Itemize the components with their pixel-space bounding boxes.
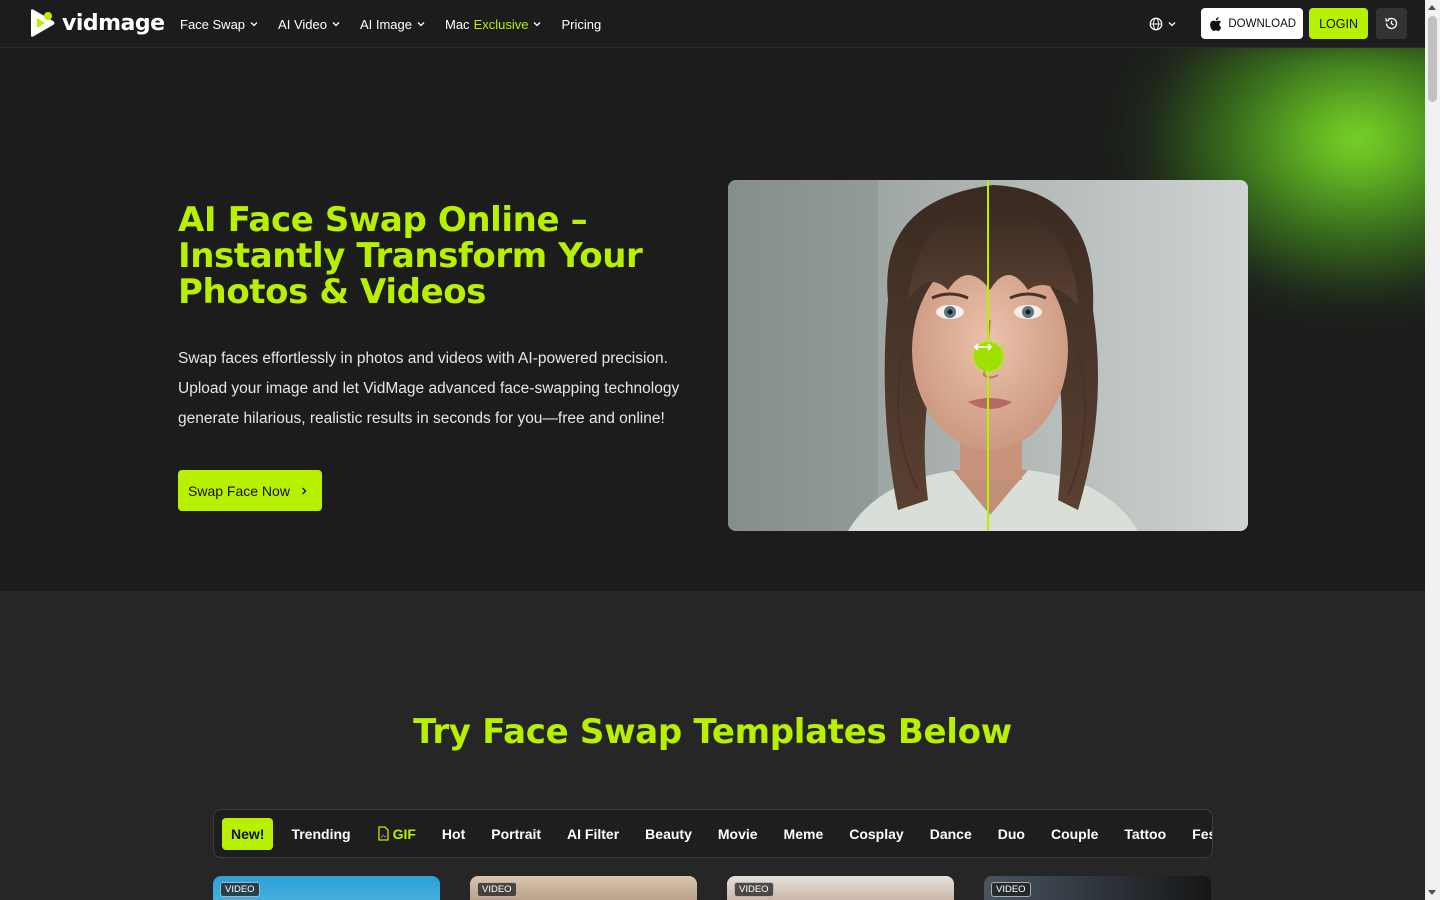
nav-ai-video[interactable]: AI Video	[278, 17, 341, 32]
tab-hot-label: Hot	[441, 825, 466, 842]
video-badge: VIDEO	[991, 882, 1031, 897]
nav-mac-exclusive[interactable]: Mac Exclusive	[445, 17, 542, 32]
left-right-arrows-icon	[974, 343, 992, 351]
tab-couple[interactable]: Couple	[1038, 818, 1111, 850]
tab-cosplay[interactable]: Cosplay	[836, 818, 916, 850]
top-navbar: vidmage Face Swap AI Video AI Image Mac …	[0, 0, 1425, 48]
chevron-down-icon	[332, 22, 340, 27]
tab-meme-label: Meme	[783, 825, 824, 842]
tab-meme[interactable]: Meme	[771, 818, 837, 850]
nav-pricing[interactable]: Pricing	[561, 17, 601, 32]
login-label: LOGIN	[1319, 16, 1358, 31]
tab-portrait[interactable]: Portrait	[478, 818, 554, 850]
tab-trending-label: Trending	[291, 825, 351, 842]
globe-icon	[1149, 17, 1163, 30]
tab-movie[interactable]: Movie	[705, 818, 771, 850]
history-button[interactable]	[1376, 8, 1407, 39]
template-card[interactable]: VIDEO	[727, 876, 954, 900]
header-tools: DOWNLOAD LOGIN	[1149, 8, 1407, 39]
tab-hot[interactable]: Hot	[429, 818, 478, 850]
chevron-down-icon	[250, 22, 258, 27]
main-nav: Face Swap AI Video AI Image Mac Exclusiv…	[180, 0, 601, 48]
tab-gif-label: GIF	[392, 825, 416, 842]
tab-gif[interactable]: GIF	[364, 818, 429, 850]
template-card[interactable]: VIDEO	[470, 876, 697, 900]
nav-ai-image[interactable]: AI Image	[360, 17, 426, 32]
nav-ai-image-label: AI Image	[359, 16, 412, 32]
download-button[interactable]: DOWNLOAD	[1201, 8, 1304, 39]
tab-beauty[interactable]: Beauty	[632, 818, 705, 850]
swap-face-now-button[interactable]: Swap Face Now	[178, 470, 322, 511]
tab-movie-label: Movie	[717, 825, 758, 842]
templates-section: Try Face Swap Templates Below New! Trend…	[0, 591, 1425, 900]
tab-duo[interactable]: Duo	[985, 818, 1038, 850]
comparison-drag-handle[interactable]	[974, 342, 1003, 371]
tab-couple-label: Couple	[1050, 825, 1099, 842]
history-icon	[1385, 17, 1398, 30]
chevron-right-icon	[301, 487, 307, 494]
tab-dance-label: Dance	[929, 825, 972, 842]
tab-trending[interactable]: Trending	[278, 818, 363, 850]
hero-description: Swap faces effortlessly in photos and vi…	[178, 350, 680, 427]
tab-ai-filter-label: AI Filter	[567, 825, 620, 842]
nav-face-swap-label: Face Swap	[180, 16, 246, 32]
scrollbar-thumb[interactable]	[1428, 16, 1437, 102]
tab-ai-filter[interactable]: AI Filter	[554, 818, 632, 850]
page-scrollbar[interactable]	[1425, 0, 1440, 900]
before-after-comparison[interactable]	[728, 180, 1248, 531]
hero-title: AI Face Swap Online – Instantly Transfor…	[178, 200, 643, 312]
chevron-down-icon	[1168, 21, 1176, 26]
tab-tattoo-label: Tattoo	[1124, 825, 1167, 842]
tab-new[interactable]: New!	[222, 817, 274, 850]
scroll-up-arrow-icon[interactable]	[1428, 5, 1436, 10]
tab-cosplay-label: Cosplay	[849, 825, 904, 842]
nav-mac-label: Mac	[445, 16, 470, 32]
nav-pricing-label: Pricing	[561, 16, 602, 32]
tab-portrait-label: Portrait	[491, 825, 542, 842]
chevron-down-icon	[417, 22, 425, 27]
nav-exclusive-label: Exclusive	[473, 16, 529, 32]
video-badge: VIDEO	[477, 882, 517, 897]
swap-face-now-label: Swap Face Now	[188, 482, 290, 499]
tab-new-label: New!	[231, 825, 265, 842]
brand-name: vidmage	[62, 10, 165, 36]
language-selector[interactable]	[1149, 17, 1177, 31]
vidmage-logo-icon	[31, 9, 55, 37]
scroll-down-arrow-icon[interactable]	[1428, 890, 1436, 895]
template-cards-row: VIDEO VIDEO VIDEO VIDEO	[213, 876, 1213, 900]
template-category-tabs: New! Trending GIF Hot Portrait AI Filter…	[213, 809, 1213, 858]
tab-dance[interactable]: Dance	[917, 818, 985, 850]
login-button[interactable]: LOGIN	[1309, 8, 1368, 39]
download-label: DOWNLOAD	[1228, 17, 1297, 30]
chevron-down-icon	[534, 22, 541, 27]
nav-ai-video-label: AI Video	[278, 16, 327, 32]
tab-tattoo[interactable]: Tattoo	[1111, 818, 1179, 850]
nav-face-swap[interactable]: Face Swap	[180, 17, 259, 32]
tab-beauty-label: Beauty	[645, 825, 692, 842]
hero-section: AI Face Swap Online – Instantly Transfor…	[0, 48, 1425, 591]
templates-title: Try Face Swap Templates Below	[413, 712, 1012, 752]
template-card[interactable]: VIDEO	[984, 876, 1211, 900]
brand-logo[interactable]: vidmage	[28, 7, 165, 39]
video-badge: VIDEO	[220, 882, 260, 897]
video-badge: VIDEO	[734, 882, 774, 897]
tab-festival-label: Festiva	[1192, 825, 1212, 842]
tab-festival[interactable]: Festiva	[1179, 818, 1212, 850]
apple-icon	[1210, 16, 1222, 31]
template-card[interactable]: VIDEO	[213, 876, 440, 900]
tab-duo-label: Duo	[997, 825, 1025, 842]
gif-file-icon	[377, 826, 389, 841]
